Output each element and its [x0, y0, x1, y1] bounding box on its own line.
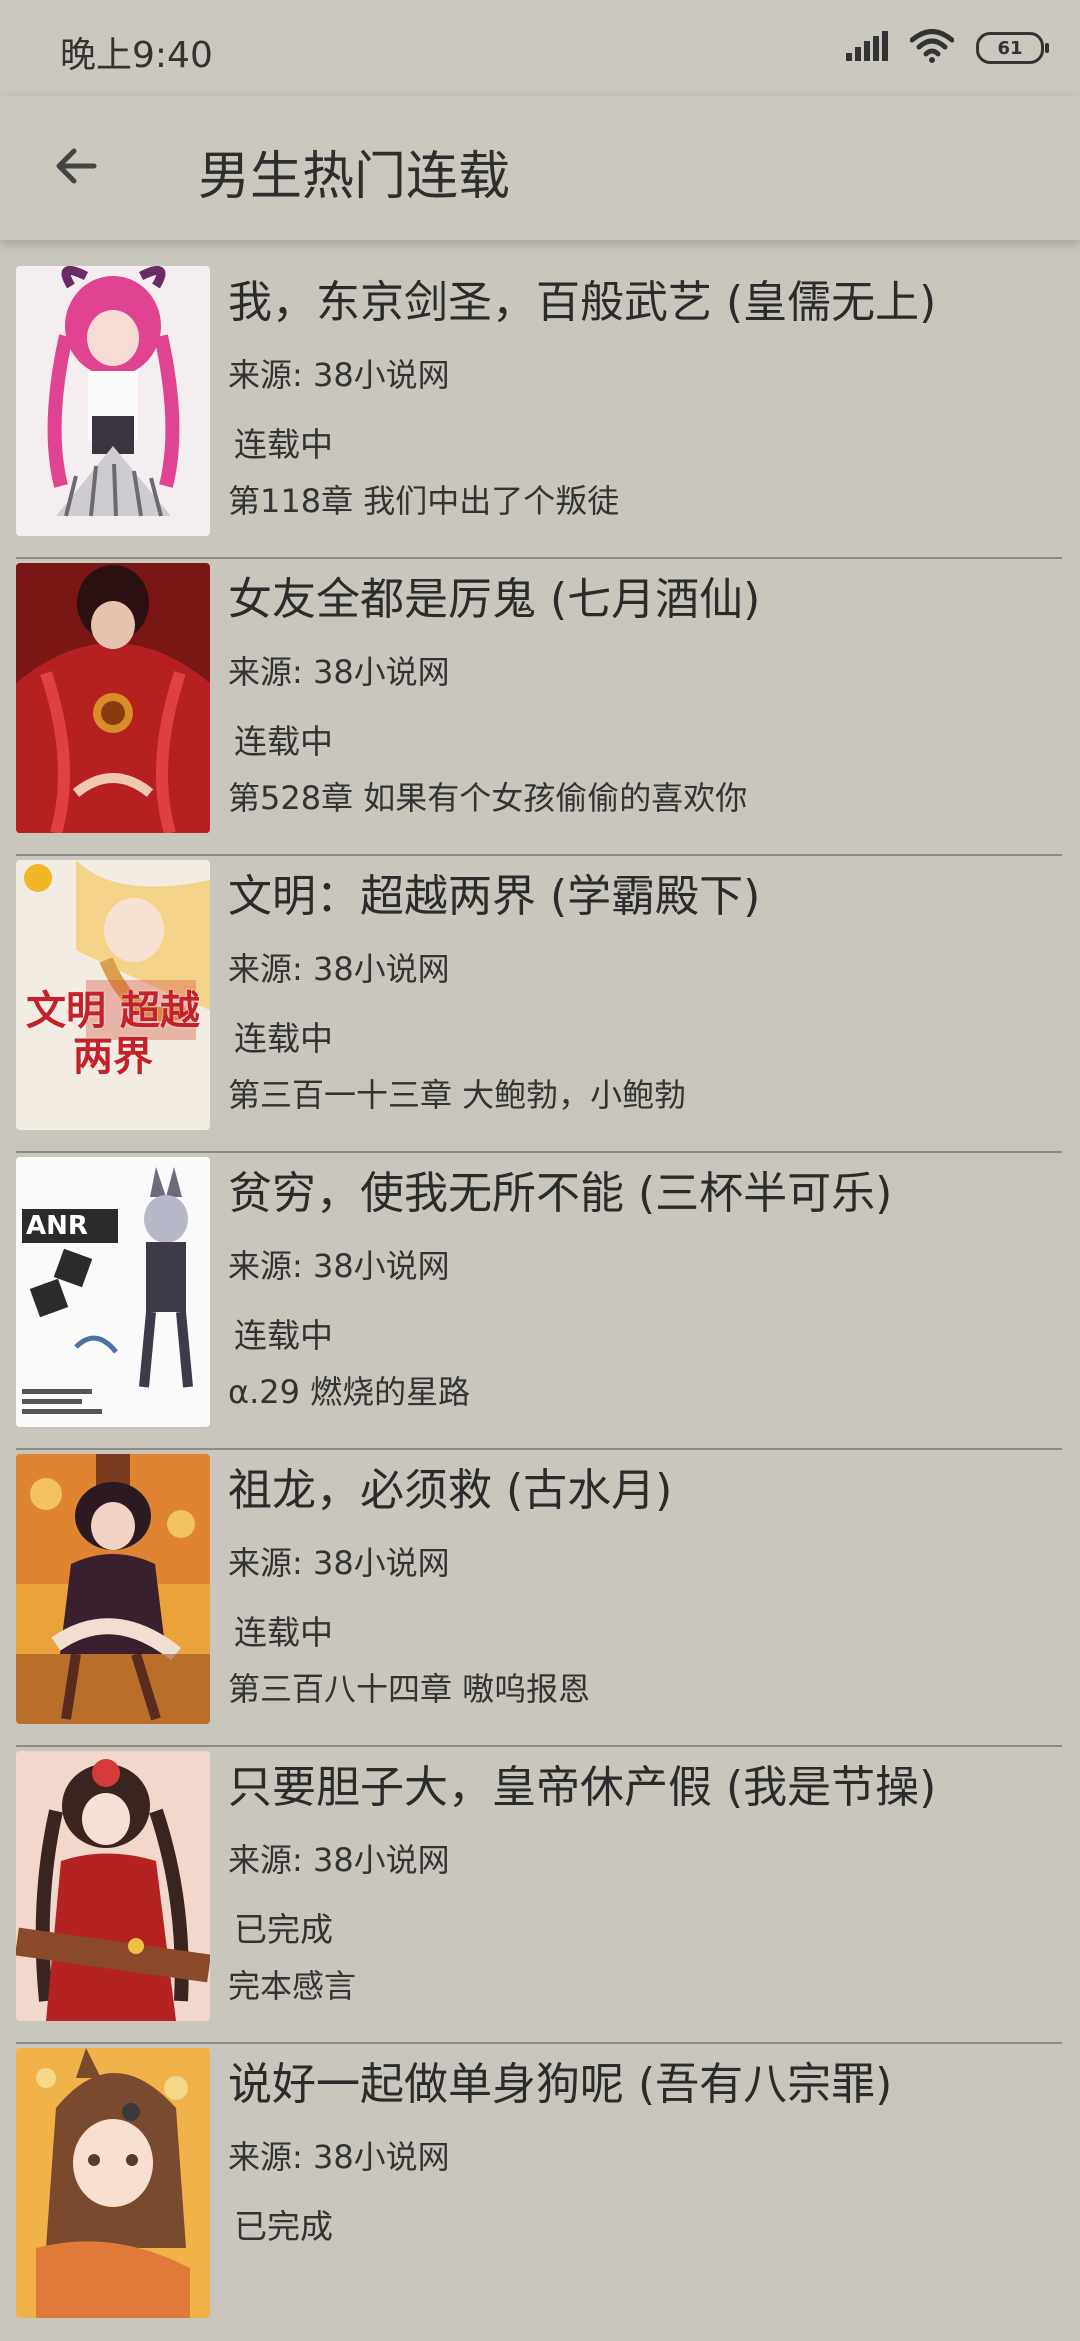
book-title: 说好一起做单身狗呢 (吾有八宗罪)	[228, 2059, 893, 2110]
status-bar: 晚上9:40 61	[0, 0, 1080, 96]
page-title: 男生热门连载	[198, 147, 511, 207]
book-latest-chapter: 第528章 如果有个女孩偷偷的喜欢你	[228, 779, 748, 817]
book-list-item[interactable]: 女友全都是厉鬼 (七月酒仙) 来源: 38小说网 连载中 第528章 如果有个女…	[0, 559, 1080, 856]
book-cover	[16, 1751, 210, 2021]
book-status: 连载中	[234, 722, 333, 761]
book-source: 来源: 38小说网	[228, 950, 450, 988]
book-source: 来源: 38小说网	[228, 1247, 450, 1285]
book-source: 来源: 38小说网	[228, 1544, 450, 1582]
book-title: 我，东京剑圣，百般武艺 (皇儒无上)	[228, 277, 937, 328]
book-source: 来源: 38小说网	[228, 653, 450, 691]
book-latest-chapter: α.29 燃烧的星路	[228, 1373, 471, 1411]
book-list-item[interactable]: 只要胆子大，皇帝休产假 (我是节操) 来源: 38小说网 已完成 完本感言	[0, 1747, 1080, 2044]
book-status: 连载中	[234, 1316, 333, 1355]
book-latest-chapter: 第三百八十四章 嗷呜报恩	[228, 1670, 591, 1708]
book-title: 祖龙，必须救 (古水月)	[228, 1465, 673, 1516]
status-icons: 61	[846, 28, 1049, 68]
cover-title-text: 文明 超越两界	[26, 987, 200, 1080]
wifi-icon	[909, 29, 955, 67]
book-list: 我，东京剑圣，百般武艺 (皇儒无上) 来源: 38小说网 连载中 第118章 我…	[0, 262, 1080, 2341]
book-latest-chapter: 第118章 我们中出了个叛徒	[228, 482, 620, 520]
book-list-item[interactable]: 文明 超越两界 文明：超越两界 (学霸殿下) 来源: 38小说网 连载中 第三百…	[0, 856, 1080, 1153]
book-title: 贫穷，使我无所不能 (三杯半可乐)	[228, 1168, 893, 1219]
book-list-item[interactable]: 祖龙，必须救 (古水月) 来源: 38小说网 连载中 第三百八十四章 嗷呜报恩	[0, 1450, 1080, 1747]
book-title: 女友全都是厉鬼 (七月酒仙)	[228, 574, 761, 625]
book-title: 只要胆子大，皇帝休产假 (我是节操)	[228, 1762, 937, 1813]
book-source: 来源: 38小说网	[228, 356, 450, 394]
battery-icon: 61	[976, 32, 1049, 64]
back-button[interactable]	[40, 132, 112, 204]
book-status: 连载中	[234, 1613, 333, 1652]
status-time: 晚上9:40	[60, 35, 213, 76]
book-cover	[16, 2048, 210, 2318]
book-title: 文明：超越两界 (学霸殿下)	[228, 871, 761, 922]
signal-icon	[846, 31, 888, 65]
book-source: 来源: 38小说网	[228, 1841, 450, 1879]
book-list-item[interactable]: 说好一起做单身狗呢 (吾有八宗罪) 来源: 38小说网 已完成	[0, 2044, 1080, 2341]
book-cover	[16, 266, 210, 536]
book-latest-chapter: 第三百一十三章 大鲍勃，小鲍勃	[228, 1076, 687, 1114]
book-cover: ANR	[16, 1157, 210, 1427]
cover-title-text: ANR	[26, 1211, 88, 1241]
book-cover: 文明 超越两界	[16, 860, 210, 1130]
book-list-item[interactable]: 我，东京剑圣，百般武艺 (皇儒无上) 来源: 38小说网 连载中 第118章 我…	[0, 262, 1080, 559]
book-status: 连载中	[234, 425, 333, 464]
book-source: 来源: 38小说网	[228, 2138, 450, 2176]
arrow-left-icon	[52, 142, 100, 194]
app-bar: 男生热门连载	[0, 96, 1080, 240]
book-latest-chapter: 完本感言	[228, 1967, 357, 2005]
book-status: 已完成	[234, 1910, 333, 1949]
book-status: 已完成	[234, 2207, 333, 2246]
book-status: 连载中	[234, 1019, 333, 1058]
battery-level: 61	[997, 37, 1023, 59]
book-cover	[16, 1454, 210, 1724]
book-list-item[interactable]: ANR 贫穷，使我无所不能 (三杯半可乐) 来源: 38小说网 连载中 α.29…	[0, 1153, 1080, 1450]
book-cover	[16, 563, 210, 833]
